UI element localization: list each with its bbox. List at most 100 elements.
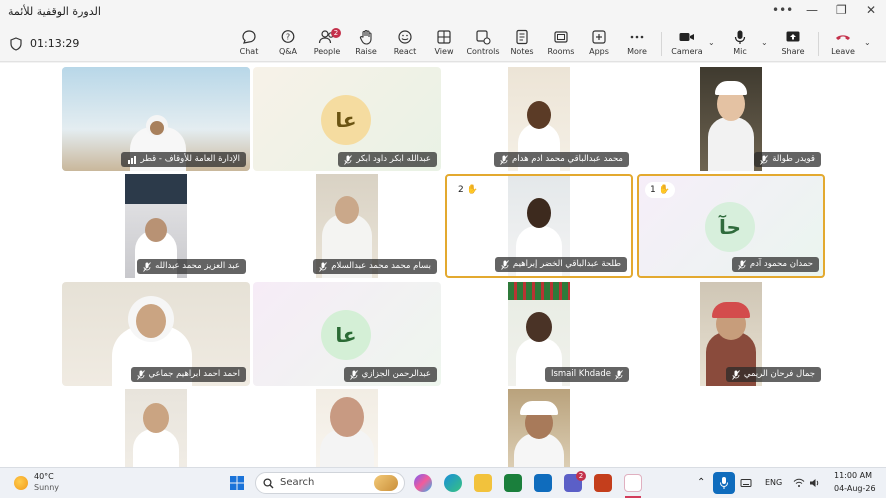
- participant-tile[interactable]: [445, 389, 633, 467]
- volume-icon[interactable]: [809, 477, 821, 489]
- participant-tile[interactable]: جمال فرحان الريمي: [637, 282, 825, 386]
- participant-tile[interactable]: عا عبدالرحمن الجزازي: [253, 282, 441, 386]
- raised-hand-icon: ✋: [658, 185, 670, 195]
- participant-tile[interactable]: احمد احمد ابراهيم جماعي: [62, 282, 250, 386]
- participant-name-badge: جمال فرحان الريمي: [725, 367, 821, 382]
- minimize-icon[interactable]: —: [806, 3, 818, 17]
- keyboard-icon[interactable]: [740, 477, 752, 489]
- camera-icon: [679, 33, 694, 41]
- video-feed: [316, 389, 378, 467]
- view-label: View: [434, 47, 454, 56]
- weather-description[interactable]: Sunny: [34, 483, 59, 492]
- outlook-icon[interactable]: [534, 474, 552, 492]
- view-button[interactable]: View: [424, 27, 464, 61]
- apps-label: Apps: [589, 47, 609, 56]
- participant-name-badge: عبد العزيز محمد عبدالله: [137, 259, 246, 274]
- participant-tile[interactable]: بسام محمد محمد عبدالسلام: [253, 174, 441, 278]
- participant-tile[interactable]: Ismail Khdade: [445, 282, 633, 386]
- mic-button[interactable]: Mic: [720, 27, 760, 61]
- participant-name: طلحة عبدالباقي الخضر إبراهيم: [512, 259, 621, 269]
- input-language[interactable]: ENG: [765, 478, 782, 487]
- participant-name-badge: بسام محمد محمد عبدالسلام: [313, 259, 437, 274]
- person-face: [150, 121, 164, 135]
- more-button[interactable]: More: [617, 27, 657, 61]
- person-face: [527, 101, 551, 129]
- raise-label: Raise: [355, 47, 377, 56]
- clock-time[interactable]: 11:00 AM: [834, 471, 872, 480]
- share-button[interactable]: Share: [773, 27, 813, 61]
- qa-button[interactable]: ? Q&A: [268, 27, 308, 61]
- sun-icon[interactable]: [14, 476, 28, 490]
- participant-tile[interactable]: قويدر طوالة: [637, 67, 825, 171]
- snipping-tool-icon[interactable]: [624, 474, 642, 492]
- video-feed: [700, 67, 762, 171]
- edge-browser-icon[interactable]: [444, 474, 462, 492]
- participant-tile-active[interactable]: حآ 1 ✋ حمدان محمود آدم: [637, 174, 825, 278]
- person-face: [136, 304, 166, 338]
- tray-mic-active-button[interactable]: [713, 472, 735, 494]
- mic-muted-icon: [143, 261, 152, 272]
- tray-overflow-chevron-icon[interactable]: ⌃: [697, 477, 705, 488]
- camera-options-chevron-icon[interactable]: ⌄: [708, 38, 715, 47]
- shield-icon: [10, 37, 22, 51]
- more-label: More: [627, 47, 647, 56]
- raise-hand-button[interactable]: Raise: [346, 27, 386, 61]
- video-feed: [125, 389, 187, 467]
- mic-options-chevron-icon[interactable]: ⌄: [761, 38, 768, 47]
- file-explorer-icon[interactable]: [474, 474, 492, 492]
- participant-tile[interactable]: [62, 389, 250, 467]
- mic-muted-icon: [737, 259, 746, 270]
- notes-button[interactable]: Notes: [502, 27, 542, 61]
- participant-name: احمد احمد ابراهيم جماعي: [148, 369, 241, 379]
- mic-muted-icon: [319, 261, 328, 272]
- participant-name: بسام محمد محمد عبدالسلام: [331, 261, 431, 271]
- mic-muted-icon: [760, 154, 769, 165]
- controls-icon: [476, 30, 491, 45]
- powerpoint-icon[interactable]: [594, 474, 612, 492]
- windows-start-icon[interactable]: [229, 475, 245, 491]
- mic-muted-icon: [136, 369, 145, 380]
- smiley-icon: [398, 30, 412, 44]
- camera-button[interactable]: Camera: [667, 27, 707, 61]
- wifi-icon[interactable]: [793, 477, 805, 489]
- chat-label: Chat: [239, 47, 259, 56]
- participant-name-badge: طلحة عبدالباقي الخضر إبراهيم: [494, 257, 627, 272]
- person-face: [143, 403, 169, 433]
- weather-temperature[interactable]: 40°C: [34, 472, 54, 481]
- close-icon[interactable]: ✕: [866, 3, 876, 17]
- more-options-icon[interactable]: •••: [772, 3, 793, 17]
- title-bar: الدورة الوقفية للأئمة ••• — ❐ ✕: [0, 0, 886, 24]
- person-face: [335, 196, 359, 224]
- controls-button[interactable]: Controls: [463, 27, 503, 61]
- participant-tile[interactable]: [253, 389, 441, 467]
- leave-options-chevron-icon[interactable]: ⌄: [864, 38, 871, 47]
- excel-icon[interactable]: [504, 474, 522, 492]
- share-screen-icon: [786, 31, 800, 42]
- person-face: [526, 312, 552, 342]
- mic-label: Mic: [733, 47, 747, 56]
- chat-button[interactable]: Chat: [229, 27, 269, 61]
- apps-button[interactable]: Apps: [579, 27, 619, 61]
- taskbar-search-input[interactable]: Search: [255, 472, 405, 494]
- participant-tile[interactable]: عا عبدالله ابكر داود ابكر: [253, 67, 441, 171]
- participant-tile[interactable]: محمد عبدالباقي محمد ادم هدام: [445, 67, 633, 171]
- participant-name-badge: الإدارة العامة للأوقاف - قطر: [120, 152, 246, 167]
- clock-date[interactable]: 04-Aug-26: [834, 484, 876, 493]
- qa-icon: ?: [281, 30, 295, 43]
- participant-avatar: عا: [321, 310, 371, 360]
- mic-muted-icon: [501, 259, 509, 270]
- decoration-garland: [508, 282, 570, 300]
- raised-hand-order: 2: [458, 185, 464, 195]
- participant-tile-active[interactable]: 2 ✋ طلحة عبدالباقي الخضر إبراهيم: [445, 174, 633, 278]
- apps-icon: [592, 30, 606, 44]
- rooms-button[interactable]: Rooms: [541, 27, 581, 61]
- participant-tile[interactable]: الإدارة العامة للأوقاف - قطر: [62, 67, 250, 171]
- people-button[interactable]: 2 People: [307, 27, 347, 61]
- react-button[interactable]: React: [385, 27, 425, 61]
- copilot-icon[interactable]: [414, 474, 432, 492]
- participant-tile[interactable]: عبد العزيز محمد عبدالله: [62, 174, 250, 278]
- participant-name: عبدالله ابكر داود ابكر: [356, 154, 431, 164]
- restore-icon[interactable]: ❐: [836, 3, 847, 17]
- rooms-icon: [554, 31, 568, 43]
- leave-button[interactable]: Leave: [823, 27, 863, 61]
